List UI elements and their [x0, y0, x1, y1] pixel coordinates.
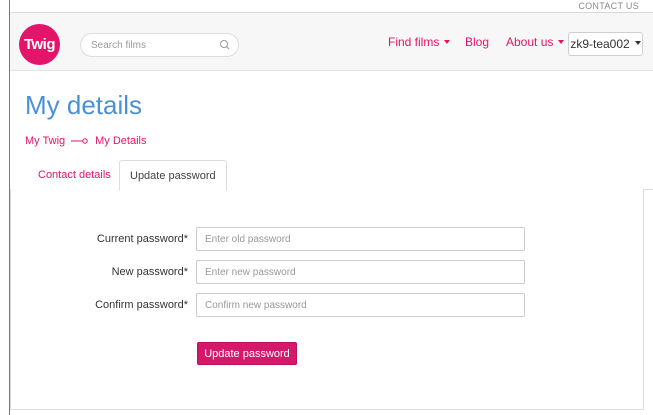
user-menu-label: zk9-tea002	[570, 37, 630, 51]
user-menu-button[interactable]: zk9-tea002	[568, 32, 643, 56]
new-password-row: New password*	[11, 260, 645, 284]
current-password-label: Current password*	[96, 233, 188, 245]
breadcrumb-arrow-icon	[71, 137, 89, 145]
search-box	[80, 33, 239, 57]
breadcrumb-my-twig[interactable]: My Twig	[25, 135, 65, 147]
nav-blog[interactable]: Blog	[465, 13, 489, 71]
nav-about-us-label: About us	[506, 35, 554, 49]
new-password-field[interactable]	[196, 260, 525, 284]
top-utility-bar: CONTACT US	[10, 0, 653, 13]
nav-about-us[interactable]: About us	[506, 13, 565, 71]
update-password-panel: Current password* New password* Confirm …	[10, 189, 644, 410]
search-icon[interactable]	[218, 38, 232, 52]
caret-down-icon	[634, 41, 641, 45]
caret-down-icon	[444, 39, 451, 44]
breadcrumb-my-details: My Details	[95, 135, 147, 147]
breadcrumb: My Twig My Details	[25, 135, 146, 147]
search-input[interactable]	[91, 34, 211, 56]
nav-find-films-label: Find films	[388, 35, 440, 49]
new-password-label: New password*	[111, 266, 188, 278]
nav-find-films[interactable]: Find films	[388, 13, 451, 71]
tab-contact-details[interactable]: Contact details	[28, 160, 121, 190]
update-password-button[interactable]: Update password	[197, 342, 297, 365]
nav-blog-label: Blog	[465, 35, 490, 49]
caret-down-icon	[558, 39, 565, 44]
main-navbar: Twig Find films Blog About us zk9-tea002	[10, 13, 653, 71]
page-title: My details	[25, 90, 143, 120]
twig-logo[interactable]: Twig	[19, 24, 60, 65]
tab-bar: Contact details Update password	[10, 160, 653, 191]
current-password-field[interactable]	[196, 227, 525, 251]
confirm-password-label: Confirm password*	[95, 299, 188, 311]
confirm-password-row: Confirm password*	[11, 293, 645, 317]
current-password-row: Current password*	[11, 227, 645, 251]
tab-update-password[interactable]: Update password	[119, 160, 227, 191]
confirm-password-field[interactable]	[196, 293, 525, 317]
contact-us-link[interactable]: CONTACT US	[578, 0, 639, 12]
